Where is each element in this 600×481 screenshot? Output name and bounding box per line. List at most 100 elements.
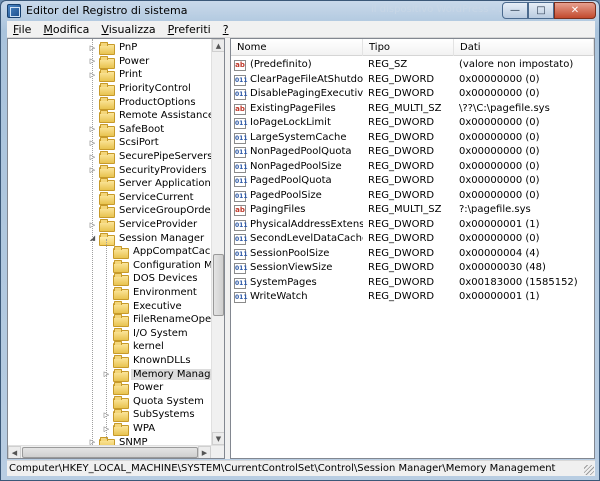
binary-value-icon: 011 xyxy=(234,234,248,245)
tree-node[interactable]: Environment xyxy=(102,286,199,301)
folder-icon xyxy=(113,273,129,287)
value-name: (Predefinito) xyxy=(250,59,312,70)
tree-node[interactable]: FileRenameOperation xyxy=(102,313,212,328)
tree-node[interactable]: ▷ SecurePipeServers xyxy=(88,150,212,165)
folder-icon xyxy=(113,368,129,382)
value-row[interactable]: ab ExistingPageFiles REG_MULTI_SZ \??\C:\pa… xyxy=(231,102,594,117)
menu-help[interactable]: ? xyxy=(217,23,235,36)
scroll-right-button[interactable]: ▶ xyxy=(198,446,211,458)
value-row[interactable]: 011 PagedPoolSize REG_DWORD 0x00000000 (0) xyxy=(231,189,594,204)
tree-node[interactable]: ServiceGroupOrder xyxy=(88,204,212,219)
tree-node[interactable]: I/O System xyxy=(102,327,190,341)
tree-node[interactable]: PriorityControl xyxy=(88,82,193,97)
tree-node[interactable]: ▷ ScsiPort xyxy=(88,136,161,151)
tree-guide-line xyxy=(92,39,93,445)
tree-node[interactable]: Power xyxy=(102,381,165,396)
tree-node[interactable]: ▷Memory Managemen xyxy=(102,367,212,382)
regedit-icon xyxy=(7,4,21,18)
folder-icon xyxy=(113,314,129,328)
tree-node[interactable]: Configuration Manag xyxy=(102,259,212,273)
tree-node[interactable]: Remote Assistance xyxy=(88,109,212,124)
tree-vertical-scroll-thumb[interactable] xyxy=(213,254,224,316)
maximize-button[interactable]: □ xyxy=(528,2,554,19)
tree-node[interactable]: ▷ ServiceProvider xyxy=(88,218,199,233)
value-name: NonPagedPoolQuota xyxy=(250,146,352,157)
key-tree-pane[interactable]: ▷ PnP ▷ Power ▷ Print PriorityControl ProductOp… xyxy=(7,38,225,459)
tree-node[interactable]: AppCompatCache xyxy=(102,245,212,260)
value-type: REG_SZ xyxy=(368,59,408,70)
value-row[interactable]: 011ClearPageFileAtShutdown REG_DWORD 0x000… xyxy=(231,73,594,88)
value-row[interactable]: 011 SessionViewSize REG_DWORD 0x00000030 (4… xyxy=(231,261,594,276)
column-header-data[interactable]: Dati xyxy=(454,39,594,56)
tree-node[interactable]: Executive xyxy=(102,299,184,314)
column-header-name[interactable]: Nome xyxy=(231,39,363,56)
chevron-left-icon: ◀ xyxy=(11,448,18,457)
scroll-down-button[interactable]: ▼ xyxy=(212,432,224,445)
value-type: REG_DWORD xyxy=(368,88,435,99)
tree-node-label: SNMP xyxy=(119,436,148,445)
folder-icon xyxy=(99,110,115,124)
menu-preferiti[interactable]: Preferiti xyxy=(162,23,217,36)
tree-node[interactable]: ▷ Print xyxy=(88,68,144,83)
maximize-icon: □ xyxy=(536,5,546,16)
value-name: PagedPoolSize xyxy=(250,189,322,201)
tree-vertical-scrollbar[interactable]: ▲ ▼ xyxy=(211,39,224,445)
value-data: 0x00000000 (0) xyxy=(459,73,540,85)
scroll-up-button[interactable]: ▲ xyxy=(212,39,224,52)
minimize-button[interactable]: — xyxy=(502,2,528,19)
resize-grip-icon[interactable] xyxy=(584,465,594,475)
folder-icon xyxy=(113,300,129,314)
value-row[interactable]: 011 DisablePagingExecutive REG_DWORD 0x0000… xyxy=(231,87,594,102)
folder-icon xyxy=(99,42,115,56)
close-button[interactable]: ✕ xyxy=(554,2,596,19)
value-data: 0x00000001 (1) xyxy=(459,291,540,302)
value-type: REG_DWORD xyxy=(368,247,435,259)
value-row[interactable]: 011 NonPagedPoolQuota REG_DWORD 0x00000000 … xyxy=(231,145,594,160)
value-row[interactable]: 011 SystemPages REG_DWORD 0x00183000 (15851… xyxy=(231,276,594,291)
value-data: 0x00000000 (0) xyxy=(459,117,540,128)
tree-node[interactable]: Server Applications xyxy=(88,177,212,192)
value-data: 0x00000000 (0) xyxy=(459,175,540,186)
tree-node-label: Print xyxy=(119,69,143,81)
value-row[interactable]: 011 WriteWatch REG_DWORD 0x00000001 (1) xyxy=(231,290,594,305)
value-row[interactable]: 011 NonPagedPoolSize REG_DWORD 0x00000000 (… xyxy=(231,160,594,175)
tree-node[interactable]: ▷ WPA xyxy=(102,422,157,437)
value-row[interactable]: 011 SessionPoolSize REG_DWORD 0x00000004 (4… xyxy=(231,247,594,262)
tree-node[interactable]: Quota System xyxy=(102,395,206,409)
value-row[interactable]: ab (Predefinito) REG_SZ (valore non imposta… xyxy=(231,58,594,73)
scroll-left-button[interactable]: ◀ xyxy=(8,446,21,458)
tree-node[interactable]: DOS Devices xyxy=(102,272,200,287)
value-row[interactable]: ab PagingFiles REG_MULTI_SZ ?:\pagefile.sys xyxy=(231,203,594,218)
menu-file[interactable]: File xyxy=(7,23,37,36)
value-data: 0x00000001 (1) xyxy=(459,218,540,230)
value-row[interactable]: 011 IoPageLockLimit REG_DWORD 0x00000000 (0… xyxy=(231,116,594,131)
tree-node[interactable]: ▷ Power xyxy=(88,55,151,69)
folder-icon xyxy=(99,55,115,69)
tree-horizontal-scroll-thumb[interactable] xyxy=(22,447,198,458)
value-row[interactable]: 011 SecondLevelDataCache REG_DWORD 0x000000… xyxy=(231,232,594,247)
value-row[interactable]: 011 PagedPoolQuota REG_DWORD 0x00000000 (0) xyxy=(231,174,594,189)
tree-node-label: SubSystems xyxy=(133,409,195,421)
tree-node[interactable]: kernel xyxy=(102,340,166,355)
string-value-icon: ab xyxy=(234,60,246,71)
value-data: 0x00000000 (0) xyxy=(459,189,540,201)
tree-node[interactable]: ▷ PnP xyxy=(88,41,139,56)
tree-node[interactable]: ▷ SecurityProviders xyxy=(88,163,208,178)
value-type: REG_DWORD xyxy=(368,117,435,128)
column-header-type[interactable]: Tipo xyxy=(363,39,454,56)
tree-node-label: kernel xyxy=(133,341,164,353)
tree-node[interactable]: KnownDLLs xyxy=(102,354,193,369)
value-row[interactable]: 011 LargeSystemCache REG_DWORD 0x00000000 (… xyxy=(231,131,594,146)
value-row[interactable]: 011PhysicalAddressExtension REG_DWORD 0x00… xyxy=(231,218,594,233)
values-list-pane[interactable]: Nome Tipo Dati ab (Predefinito) REG_SZ (val… xyxy=(230,38,595,459)
tree-node[interactable]: ▷ SubSystems xyxy=(102,408,197,423)
tree-node[interactable]: ProductOptions xyxy=(88,95,198,110)
tree-node[interactable]: ▷ SafeBoot xyxy=(88,123,166,137)
menu-visualizza[interactable]: Visualizza xyxy=(95,23,161,36)
tree-horizontal-scrollbar[interactable]: ◀ ▶ xyxy=(8,445,224,458)
menu-modifica[interactable]: Modifica xyxy=(37,23,95,36)
tree-node[interactable]: ▷ SNMP xyxy=(88,435,150,445)
title-bar[interactable]: Editor del Registro di sistema il dispos… xyxy=(1,1,599,21)
tree-node[interactable]: ServiceCurrent xyxy=(88,191,196,205)
value-name: LargeSystemCache xyxy=(250,131,347,143)
